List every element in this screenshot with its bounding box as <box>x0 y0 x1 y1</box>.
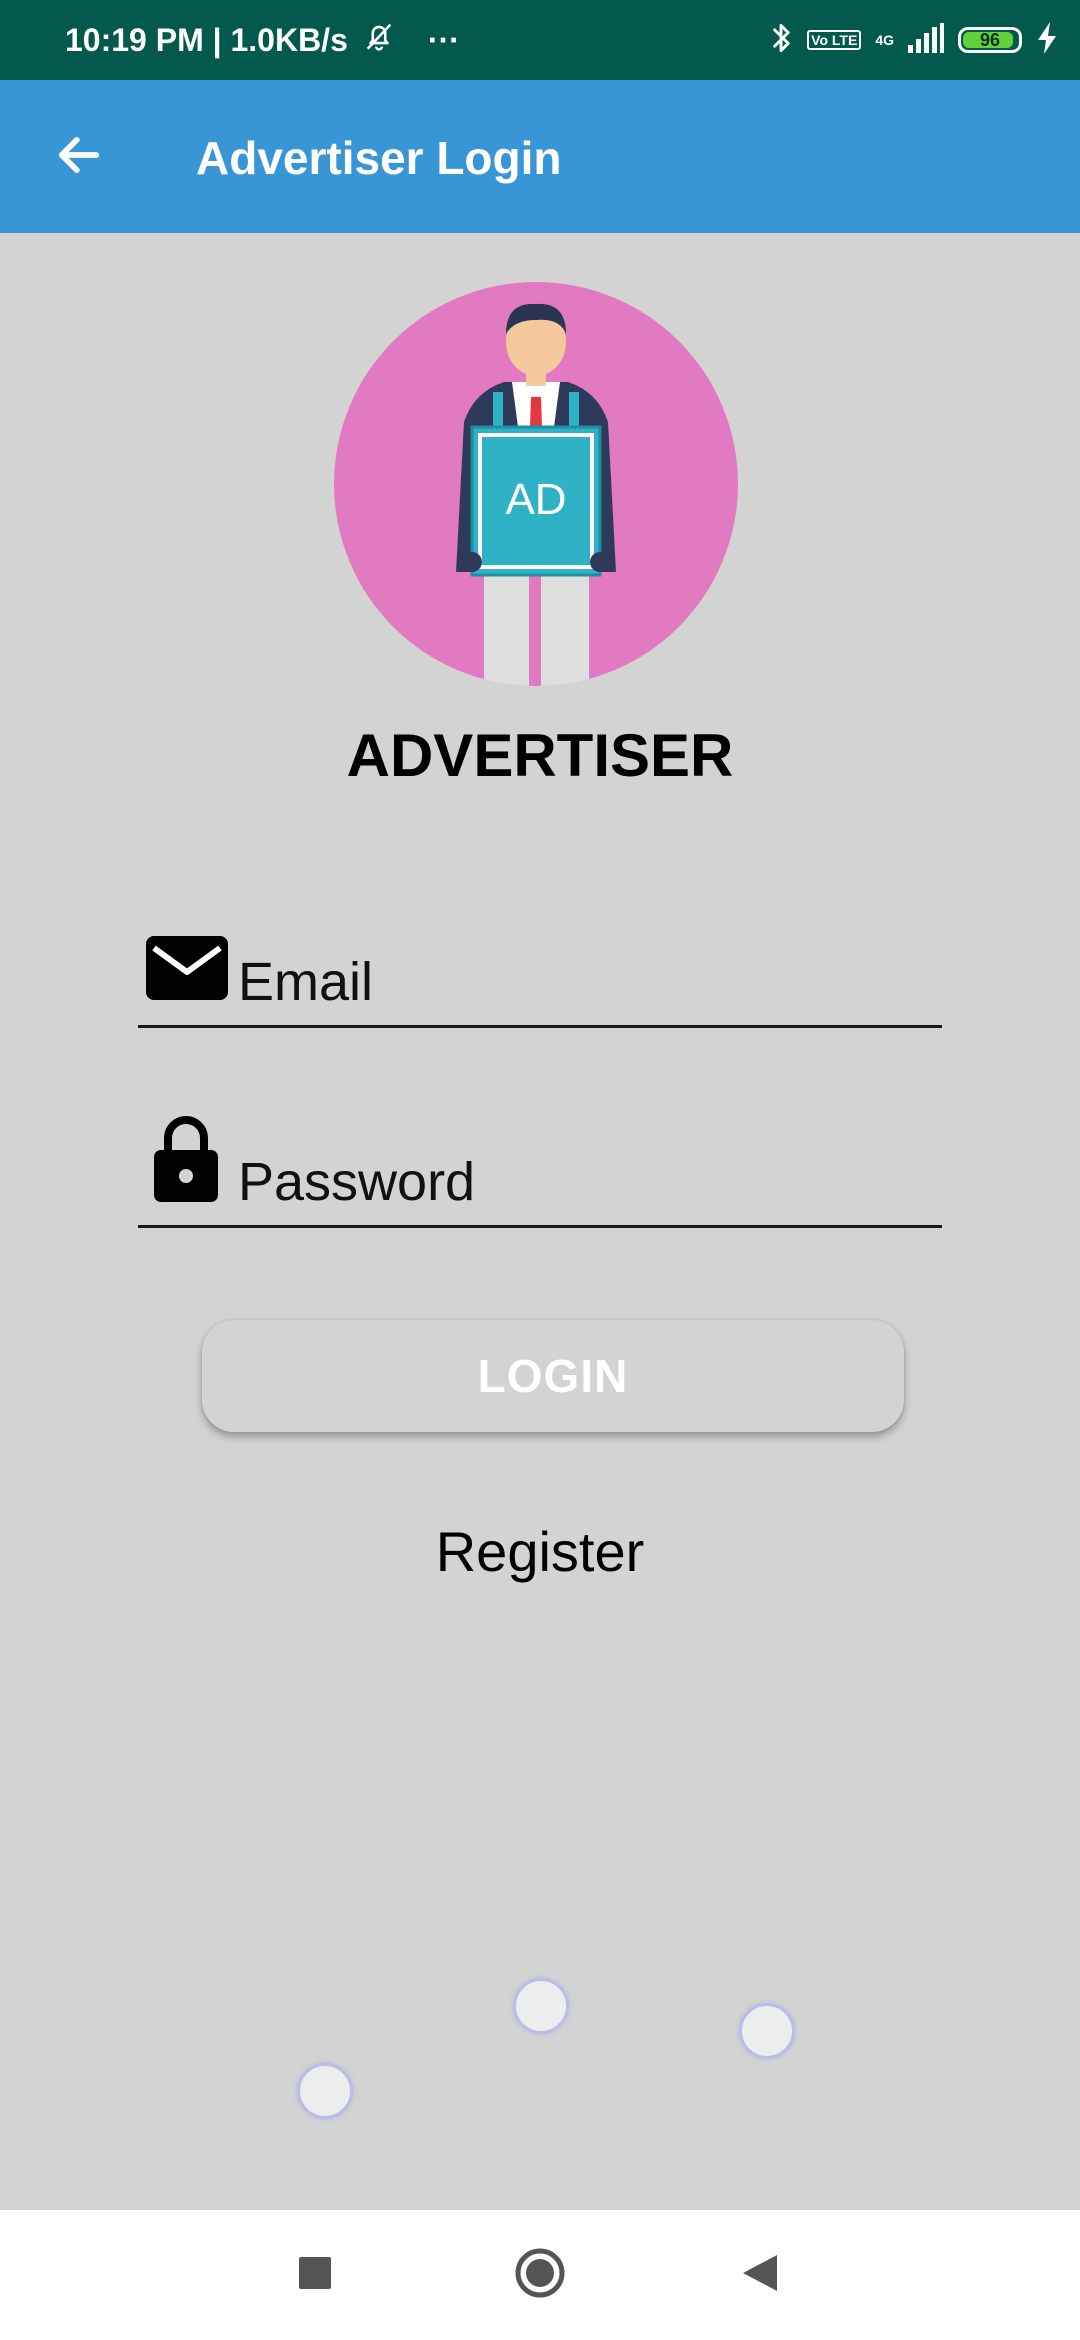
triangle-back-icon <box>741 2253 779 2298</box>
mail-icon <box>144 934 230 1007</box>
status-time-speed: 10:19 PM | 1.0KB/s <box>65 21 348 58</box>
circle-icon <box>514 2247 566 2304</box>
more-indicator: ··· <box>427 21 460 58</box>
status-right: Vo LTE 4G 96 <box>769 0 1058 80</box>
charging-icon <box>1036 21 1058 59</box>
nav-back-button[interactable] <box>700 2210 820 2340</box>
back-button[interactable] <box>40 118 118 196</box>
email-field[interactable] <box>138 928 942 1028</box>
advertiser-avatar: AD <box>334 282 738 686</box>
page-title: Advertiser Login <box>196 132 562 184</box>
role-title: ADVERTISER <box>346 722 734 789</box>
status-bar: 10:19 PM | 1.0KB/s ··· Vo LTE 4G 96 <box>0 0 1080 80</box>
battery-indicator: 96 <box>958 27 1022 53</box>
register-link[interactable]: Register <box>0 1518 1080 1586</box>
status-left: 10:19 PM | 1.0KB/s ··· <box>65 0 460 80</box>
home-button[interactable] <box>480 2210 600 2340</box>
system-nav-bar <box>0 2210 1080 2340</box>
email-input[interactable] <box>238 947 942 1017</box>
decorative-dot <box>513 1978 569 2034</box>
network-type: 4G <box>875 32 894 48</box>
ad-board-text: AD <box>505 475 566 524</box>
app-bar: Advertiser Login <box>0 80 1080 233</box>
password-field[interactable] <box>138 1116 942 1228</box>
bluetooth-icon <box>769 20 793 61</box>
battery-level: 96 <box>979 29 1001 50</box>
lock-icon <box>152 1114 220 1207</box>
square-icon <box>298 2256 332 2295</box>
password-input[interactable] <box>238 1147 942 1217</box>
volte-indicator: Vo LTE <box>807 30 862 50</box>
decorative-dot <box>739 2003 795 2059</box>
arrow-left-icon <box>53 129 105 186</box>
bell-off-icon <box>362 19 396 61</box>
login-button[interactable]: LOGIN <box>202 1320 904 1432</box>
recents-button[interactable] <box>255 2210 375 2340</box>
signal-icon <box>908 22 944 58</box>
decorative-dot <box>297 2063 353 2119</box>
